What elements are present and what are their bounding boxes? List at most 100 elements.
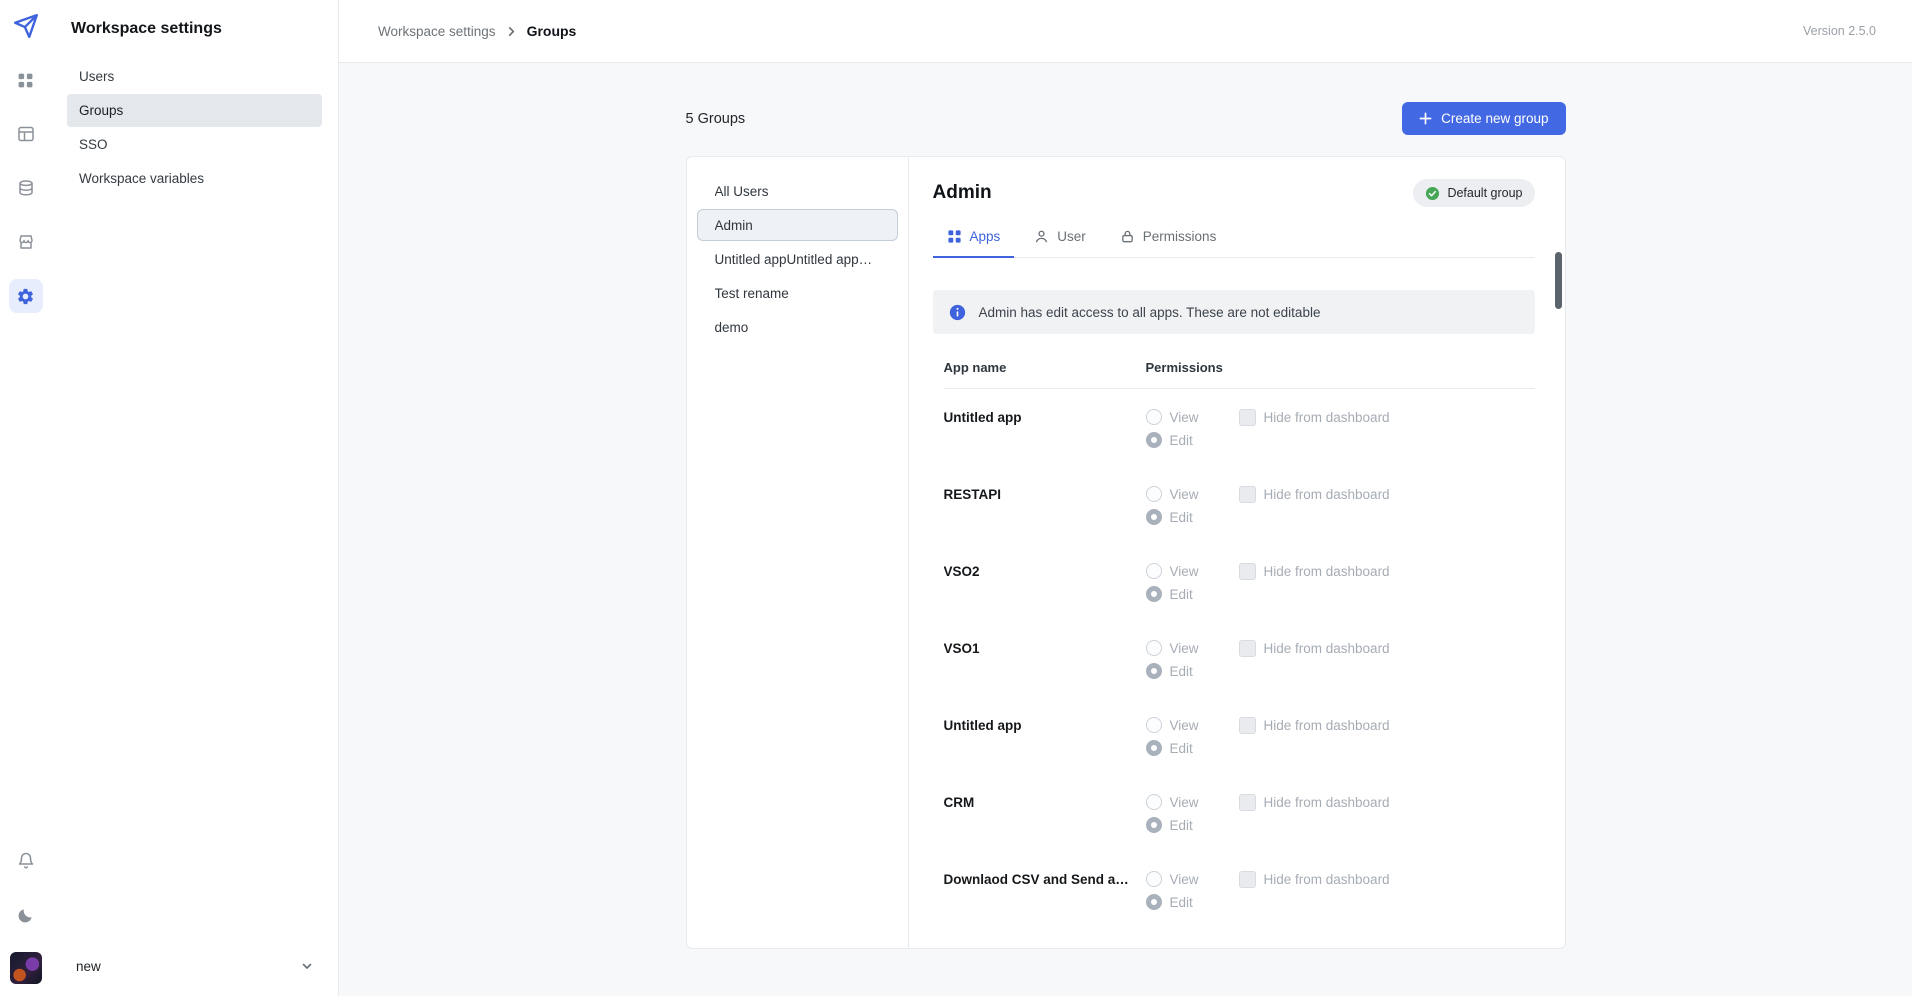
tab-permissions[interactable]: Permissions bbox=[1106, 219, 1231, 258]
view-radio[interactable]: View bbox=[1146, 563, 1239, 579]
check-circle-icon bbox=[1425, 186, 1440, 201]
app-permission-row: Downlaod CSV and Send attac… View Edit H… bbox=[944, 851, 1535, 928]
plus-icon bbox=[1419, 112, 1432, 125]
group-list-item[interactable]: Admin bbox=[697, 209, 898, 241]
radio-unchecked-icon bbox=[1146, 871, 1162, 887]
view-label: View bbox=[1170, 487, 1199, 502]
hide-from-dashboard-label: Hide from dashboard bbox=[1264, 564, 1390, 579]
topbar: Workspace settings Groups Version 2.5.0 bbox=[339, 0, 1912, 63]
group-detail: Admin Default group Apps User Permission… bbox=[909, 157, 1565, 948]
tab-icon bbox=[947, 229, 962, 244]
edit-radio[interactable]: Edit bbox=[1146, 432, 1239, 448]
checkbox-icon bbox=[1239, 717, 1256, 734]
edit-radio[interactable]: Edit bbox=[1146, 586, 1239, 602]
apps-table-body: Untitled app View Edit Hide from dashboa… bbox=[944, 389, 1535, 928]
radio-checked-icon bbox=[1146, 817, 1162, 833]
hide-from-dashboard-checkbox[interactable]: Hide from dashboard bbox=[1239, 640, 1390, 657]
sidebar-item-label: Users bbox=[79, 69, 114, 84]
database-icon[interactable] bbox=[9, 171, 43, 205]
sidebar-item-label: Groups bbox=[79, 103, 123, 118]
edit-label: Edit bbox=[1170, 895, 1193, 910]
hide-from-dashboard-checkbox[interactable]: Hide from dashboard bbox=[1239, 871, 1390, 888]
group-list-item[interactable]: demo bbox=[697, 311, 898, 343]
view-radio[interactable]: View bbox=[1146, 794, 1239, 810]
checkbox-icon bbox=[1239, 563, 1256, 580]
hide-from-dashboard-label: Hide from dashboard bbox=[1264, 718, 1390, 733]
group-list: All Users Admin Untitled appUntitled app… bbox=[687, 157, 909, 948]
edit-radio[interactable]: Edit bbox=[1146, 663, 1239, 679]
group-list-item[interactable]: All Users bbox=[697, 175, 898, 207]
edit-radio[interactable]: Edit bbox=[1146, 817, 1239, 833]
permissions-header: Permissions bbox=[1146, 360, 1223, 375]
default-group-badge: Default group bbox=[1413, 179, 1534, 207]
info-icon bbox=[949, 304, 966, 321]
hide-from-dashboard-checkbox[interactable]: Hide from dashboard bbox=[1239, 486, 1390, 503]
tab-user[interactable]: User bbox=[1020, 219, 1100, 258]
hide-from-dashboard-label: Hide from dashboard bbox=[1264, 641, 1390, 656]
edit-radio[interactable]: Edit bbox=[1146, 740, 1239, 756]
dark-mode-moon-icon[interactable] bbox=[9, 898, 43, 932]
view-radio[interactable]: View bbox=[1146, 640, 1239, 656]
checkbox-icon bbox=[1239, 409, 1256, 426]
apps-table-header: App name Permissions bbox=[944, 360, 1535, 389]
user-avatar[interactable] bbox=[10, 952, 42, 984]
app-name-header: App name bbox=[944, 360, 1146, 375]
checkbox-icon bbox=[1239, 794, 1256, 811]
view-radio[interactable]: View bbox=[1146, 717, 1239, 733]
app-name: VSO1 bbox=[944, 640, 1146, 679]
hide-from-dashboard-checkbox[interactable]: Hide from dashboard bbox=[1239, 409, 1390, 426]
breadcrumb-parent[interactable]: Workspace settings bbox=[378, 24, 496, 39]
radio-checked-icon bbox=[1146, 509, 1162, 525]
radio-unchecked-icon bbox=[1146, 563, 1162, 579]
radio-unchecked-icon bbox=[1146, 717, 1162, 733]
app-logo-icon[interactable] bbox=[13, 13, 39, 39]
scrollbar-thumb[interactable] bbox=[1555, 252, 1562, 309]
edit-radio[interactable]: Edit bbox=[1146, 509, 1239, 525]
tab-apps[interactable]: Apps bbox=[933, 219, 1015, 258]
edit-radio[interactable]: Edit bbox=[1146, 894, 1239, 910]
app-name: Untitled app bbox=[944, 409, 1146, 448]
content: 5 Groups Create new group All Users Admi… bbox=[339, 63, 1912, 996]
settings-gear-icon[interactable] bbox=[9, 279, 43, 313]
groups-count: 5 Groups bbox=[686, 111, 746, 127]
view-label: View bbox=[1170, 641, 1199, 656]
radio-checked-icon bbox=[1146, 663, 1162, 679]
group-item-label: Admin bbox=[715, 218, 753, 233]
hide-from-dashboard-checkbox[interactable]: Hide from dashboard bbox=[1239, 717, 1390, 734]
view-radio[interactable]: View bbox=[1146, 409, 1239, 425]
sidebar-item-groups[interactable]: Groups bbox=[67, 94, 322, 127]
app-permission-row: RESTAPI View Edit Hide from dashboard bbox=[944, 466, 1535, 543]
hide-from-dashboard-checkbox[interactable]: Hide from dashboard bbox=[1239, 794, 1390, 811]
hide-from-dashboard-checkbox[interactable]: Hide from dashboard bbox=[1239, 563, 1390, 580]
version-label: Version 2.5.0 bbox=[1803, 24, 1876, 38]
sidebar-item-label: Workspace variables bbox=[79, 171, 204, 186]
layout-icon[interactable] bbox=[9, 117, 43, 151]
radio-unchecked-icon bbox=[1146, 794, 1162, 810]
group-title: Admin bbox=[933, 182, 992, 204]
groups-card: All Users Admin Untitled appUntitled app… bbox=[686, 156, 1566, 949]
app-permission-row: CRM View Edit Hide from dashboard bbox=[944, 774, 1535, 851]
group-item-label: Test rename bbox=[715, 286, 789, 301]
group-item-label: All Users bbox=[715, 184, 769, 199]
app-permission-row: VSO1 View Edit Hide from dashboard bbox=[944, 620, 1535, 697]
settings-sidebar: Workspace settings Users Groups SSO Work… bbox=[51, 0, 339, 996]
group-item-label: demo bbox=[715, 320, 749, 335]
view-label: View bbox=[1170, 795, 1199, 810]
workspace-switcher[interactable]: new bbox=[67, 948, 322, 984]
sidebar-item-workspace-variables[interactable]: Workspace variables bbox=[67, 162, 322, 195]
apps-icon[interactable] bbox=[9, 63, 43, 97]
hide-from-dashboard-label: Hide from dashboard bbox=[1264, 795, 1390, 810]
group-list-item[interactable]: Test rename bbox=[697, 277, 898, 309]
checkbox-icon bbox=[1239, 871, 1256, 888]
view-radio[interactable]: View bbox=[1146, 871, 1239, 887]
notifications-bell-icon[interactable] bbox=[9, 844, 43, 878]
tab-icon bbox=[1034, 229, 1049, 244]
marketplace-icon[interactable] bbox=[9, 225, 43, 259]
sidebar-item-users[interactable]: Users bbox=[67, 60, 322, 93]
create-new-group-button[interactable]: Create new group bbox=[1402, 102, 1565, 135]
view-radio[interactable]: View bbox=[1146, 486, 1239, 502]
sidebar-item-sso[interactable]: SSO bbox=[67, 128, 322, 161]
app-name: Downlaod CSV and Send attac… bbox=[944, 871, 1146, 910]
group-list-item[interactable]: Untitled appUntitled appUntitle… bbox=[697, 243, 898, 275]
app-permission-row: Untitled app View Edit Hide from dashboa… bbox=[944, 389, 1535, 466]
